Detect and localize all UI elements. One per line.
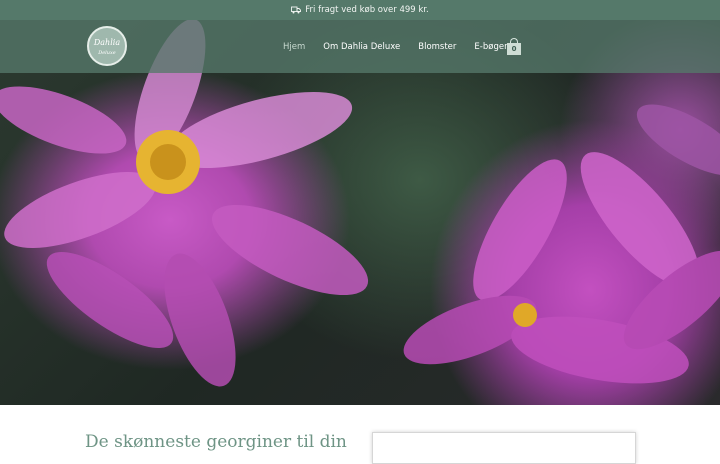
page-headline: De skønneste georginer til din [85,432,347,452]
content-card [372,432,636,464]
nav-item-blomster[interactable]: Blomster [418,42,456,52]
cart-button[interactable]: 0 [507,38,521,55]
truck-icon [291,6,302,14]
dahlia-deluxe-logo[interactable]: Dahlia Deluxe [87,26,127,66]
nav-menu: Hjem Om Dahlia Deluxe Blomster E-bøger [283,20,508,73]
nav-item-om-dahlia-deluxe[interactable]: Om Dahlia Deluxe [323,42,400,52]
announcement-bar: Fri fragt ved køb over 499 kr. [0,0,720,20]
hero-image [0,20,720,405]
logo-emblem: Dahlia Deluxe [93,38,120,56]
announcement-text: Fri fragt ved køb over 499 kr. [305,5,429,15]
nav-item-hjem[interactable]: Hjem [283,42,305,52]
svg-text:Dahlia: Dahlia [93,38,120,47]
nav-item-e-boger[interactable]: E-bøger [474,42,507,52]
dahlia-flowers-illustration [0,20,720,387]
main-navigation: Dahlia Deluxe Hjem Om Dahlia Deluxe Blom… [0,20,720,73]
cart-count: 0 [507,43,521,55]
svg-text:Deluxe: Deluxe [97,50,116,56]
